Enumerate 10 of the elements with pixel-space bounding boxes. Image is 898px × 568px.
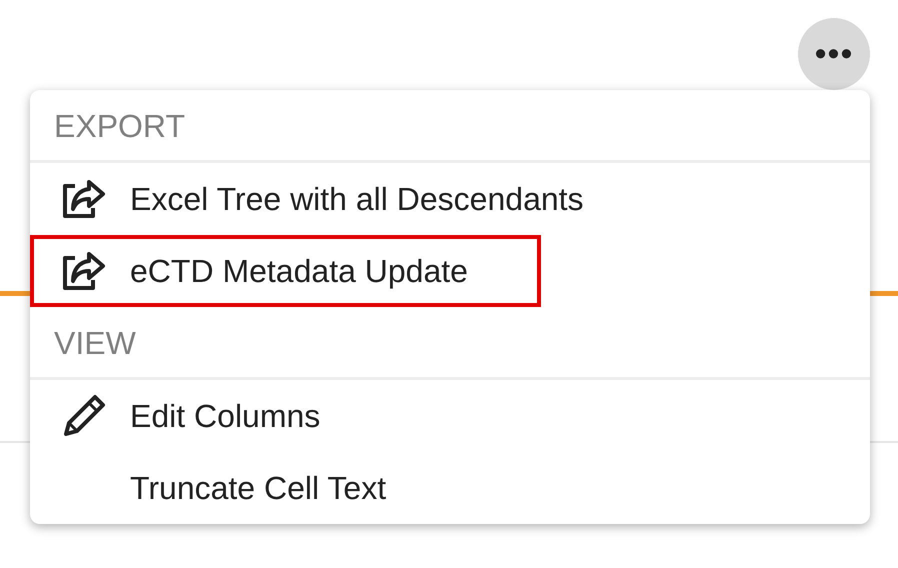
menu-item[interactable]: eCTD Metadata Update: [30, 235, 541, 307]
pencil-icon: [62, 394, 106, 438]
more-button[interactable]: •••: [798, 18, 870, 90]
section-header: EXPORT: [30, 90, 870, 163]
menu-item[interactable]: Excel Tree with all Descendants: [30, 163, 588, 235]
menu-item[interactable]: Edit Columns: [30, 380, 541, 452]
section-header: VIEW: [30, 307, 870, 380]
share-icon: [61, 250, 107, 292]
share-icon: [61, 178, 107, 220]
menu-item[interactable]: Truncate Cell Text: [30, 452, 541, 524]
